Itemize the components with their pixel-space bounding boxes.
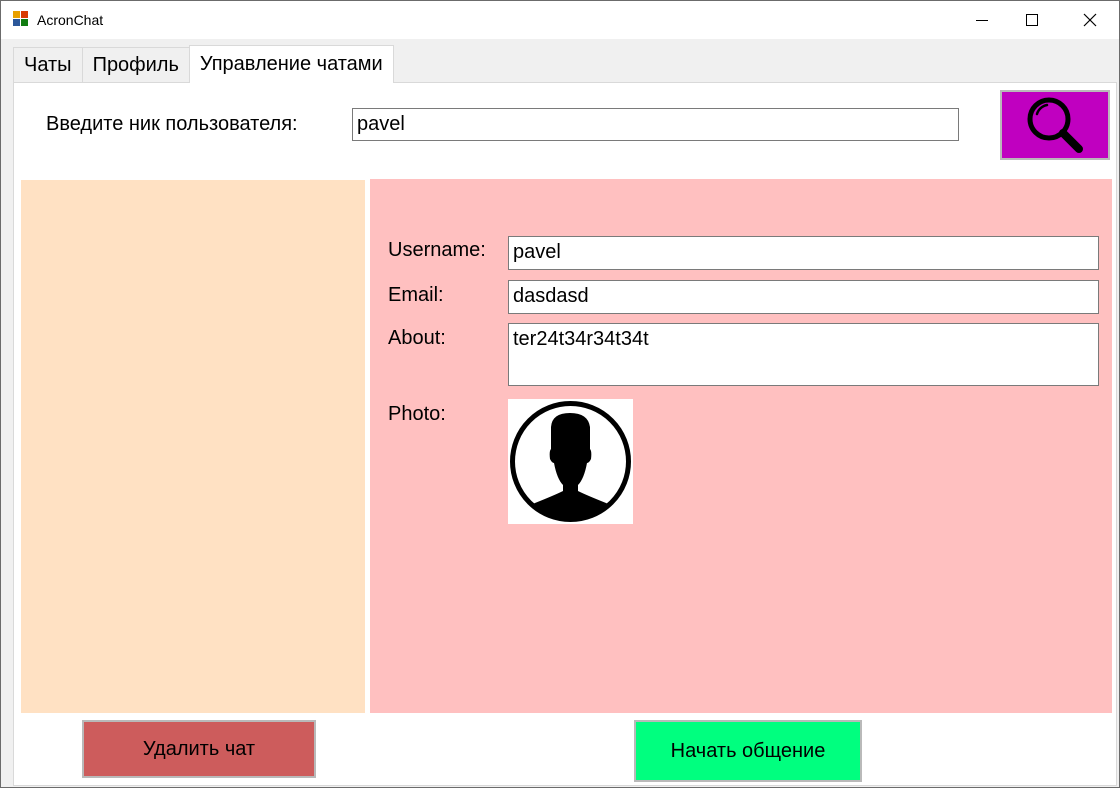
- delete-chat-button[interactable]: Удалить чат: [82, 720, 316, 778]
- app-icon: [13, 11, 29, 27]
- nick-label: Введите ник пользователя:: [46, 113, 298, 135]
- about-field[interactable]: ter24t34r34t34t: [508, 323, 1099, 386]
- username-field[interactable]: pavel: [508, 236, 1099, 270]
- minimize-icon: [976, 20, 988, 21]
- email-label: Email:: [388, 284, 444, 306]
- user-avatar-icon: [510, 401, 631, 522]
- maximize-icon: [1026, 14, 1038, 26]
- username-label: Username:: [388, 239, 486, 261]
- search-button[interactable]: [1000, 90, 1110, 160]
- minimize-button[interactable]: [959, 1, 1005, 39]
- nick-search-input[interactable]: [352, 108, 959, 141]
- tab-chats[interactable]: Чаты: [13, 47, 83, 83]
- tab-profile[interactable]: Профиль: [81, 47, 190, 83]
- app-window: AcronChat Чаты Профиль Управление чатами…: [0, 0, 1120, 788]
- email-field[interactable]: dasdasd: [508, 280, 1099, 314]
- close-button[interactable]: [1067, 1, 1113, 39]
- maximize-button[interactable]: [1009, 1, 1055, 39]
- chat-list-panel[interactable]: [21, 180, 365, 713]
- chat-management-page: Введите ник пользователя: Username: pave…: [13, 82, 1117, 786]
- window-title: AcronChat: [37, 12, 104, 28]
- tab-chat-management[interactable]: Управление чатами: [188, 45, 394, 83]
- user-profile-panel: Username: pavel Email: dasdasd About: te…: [370, 179, 1112, 713]
- search-icon: [1027, 97, 1083, 153]
- photo-label: Photo:: [388, 403, 446, 425]
- close-icon: [1083, 13, 1097, 27]
- title-bar[interactable]: AcronChat: [1, 1, 1119, 39]
- about-label: About:: [388, 327, 446, 349]
- profile-photo: [508, 399, 633, 524]
- tab-strip: Чаты Профиль Управление чатами: [13, 45, 394, 83]
- start-chat-button[interactable]: Начать общение: [634, 720, 862, 782]
